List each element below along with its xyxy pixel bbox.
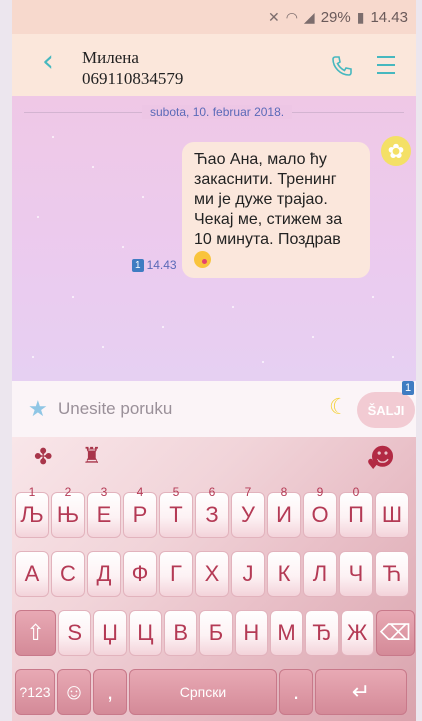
enter-icon[interactable]: ↵: [315, 669, 407, 715]
key-n[interactable]: Н: [234, 610, 268, 656]
key-d[interactable]: Д: [87, 551, 121, 597]
comma-key[interactable]: ,: [93, 669, 127, 715]
message-text: Ћао Ана, мало ћу закаснити. Тренинг ми ј…: [194, 151, 343, 248]
signal-icon: ◢: [303, 8, 315, 25]
key-f[interactable]: Ф: [123, 551, 157, 597]
key-a[interactable]: А: [15, 551, 49, 597]
message-time: 14.43: [146, 258, 177, 272]
key-m[interactable]: М: [269, 610, 304, 656]
key-ch[interactable]: Ч: [339, 551, 373, 597]
contact-name: Милена: [82, 48, 139, 67]
contact-number: 069110834579: [82, 69, 184, 88]
message-bubble[interactable]: Ћао Ана, мало ћу закаснити. Тренинг ми ј…: [182, 142, 370, 278]
moon-icon[interactable]: ☾: [329, 395, 349, 420]
key-e[interactable]: 3Е: [87, 485, 121, 538]
date-separator: subota, 10. februar 2018.: [142, 105, 293, 119]
key-c[interactable]: Ц: [128, 610, 163, 656]
keyboard: ✤ ♜ ☻ ♥ 1Љ 2Њ 3Е 4Р 5Т 6З 7У 8И 9О 0П Ш …: [12, 437, 416, 721]
key-row-2: А С Д Ф Г Х Ј К Л Ч Ћ: [12, 551, 416, 597]
key-row-1: 1Љ 2Њ 3Е 4Р 5Т 6З 7У 8И 9О 0П Ш: [12, 485, 416, 538]
mute-icon: ✕: [267, 8, 280, 25]
space-key[interactable]: Српски: [129, 669, 277, 715]
key-k[interactable]: К: [267, 551, 301, 597]
message-meta: 1 14.43: [132, 258, 177, 272]
key-dz[interactable]: Ѕ: [58, 610, 92, 656]
shift-icon[interactable]: ⇧: [15, 610, 57, 656]
key-dzh[interactable]: Џ: [93, 610, 127, 656]
battery-icon: ▮: [356, 8, 365, 25]
backspace-icon[interactable]: ⌫: [375, 610, 415, 656]
key-t[interactable]: 5Т: [159, 485, 193, 538]
key-dj[interactable]: Ђ: [305, 610, 339, 656]
kiss-emoji-icon: [194, 251, 211, 269]
key-row-3: ⇧ Ѕ Џ Ц В Б Н М Ђ Ж ⌫: [12, 610, 416, 656]
wifi-icon: ◠: [285, 8, 298, 25]
conversation-header: ‹ Милена 069110834579: [12, 34, 416, 96]
clock: 14.43: [370, 8, 408, 26]
key-cj[interactable]: Ћ: [375, 551, 409, 597]
message-input[interactable]: Unesite poruku: [58, 399, 172, 419]
key-o[interactable]: 9О: [303, 485, 337, 538]
key-u[interactable]: 7У: [231, 485, 265, 538]
emoji-key-icon[interactable]: ☺: [57, 669, 91, 715]
key-g[interactable]: Г: [159, 551, 193, 597]
period-key[interactable]: .: [279, 669, 313, 715]
key-h[interactable]: Х: [195, 551, 229, 597]
phone-screen: ✕ ◠ ◢ 29% ▮ 14.43 ‹ Милена 069110834579 …: [12, 0, 416, 721]
compose-bar: ★ Unesite poruku ☾ ŠALJI 1: [12, 381, 416, 437]
key-lje[interactable]: 1Љ: [15, 485, 49, 538]
message-thread[interactable]: subota, 10. februar 2018. Ћао Ана, мало …: [12, 96, 416, 381]
send-button[interactable]: ŠALJI: [357, 392, 415, 428]
clover-icon[interactable]: ✤: [34, 445, 52, 470]
sticker-icon[interactable]: ✿: [381, 136, 411, 166]
key-sh[interactable]: Ш: [375, 492, 409, 538]
symbols-key[interactable]: ?123: [15, 669, 55, 715]
key-l[interactable]: Л: [303, 551, 337, 597]
send-sim-badge: 1: [402, 381, 415, 395]
key-i[interactable]: 8И: [267, 485, 301, 538]
star-icon[interactable]: ★: [28, 397, 48, 422]
shirt-icon[interactable]: ♜: [82, 444, 102, 469]
back-icon[interactable]: ‹: [42, 47, 54, 77]
keyboard-toolbar: ✤ ♜ ☻ ♥: [12, 443, 416, 473]
key-nje[interactable]: 2Њ: [51, 485, 85, 538]
key-s[interactable]: С: [51, 551, 85, 597]
key-z[interactable]: 6З: [195, 485, 229, 538]
key-row-4: ?123 ☺ , Српски . ↵: [12, 669, 416, 715]
key-zh[interactable]: Ж: [340, 610, 374, 656]
sim-badge: 1: [132, 258, 144, 272]
battery-text: 29%: [320, 8, 351, 26]
status-bar: ✕ ◠ ◢ 29% ▮ 14.43: [12, 0, 416, 34]
menu-icon[interactable]: [377, 56, 395, 80]
key-r[interactable]: 4Р: [123, 485, 157, 538]
phone-icon[interactable]: [330, 54, 354, 78]
key-p[interactable]: 0П: [339, 485, 373, 538]
key-v[interactable]: В: [164, 610, 198, 656]
hearts-icon: ♥: [367, 457, 380, 473]
key-b[interactable]: Б: [199, 610, 233, 656]
key-j[interactable]: Ј: [231, 551, 265, 597]
